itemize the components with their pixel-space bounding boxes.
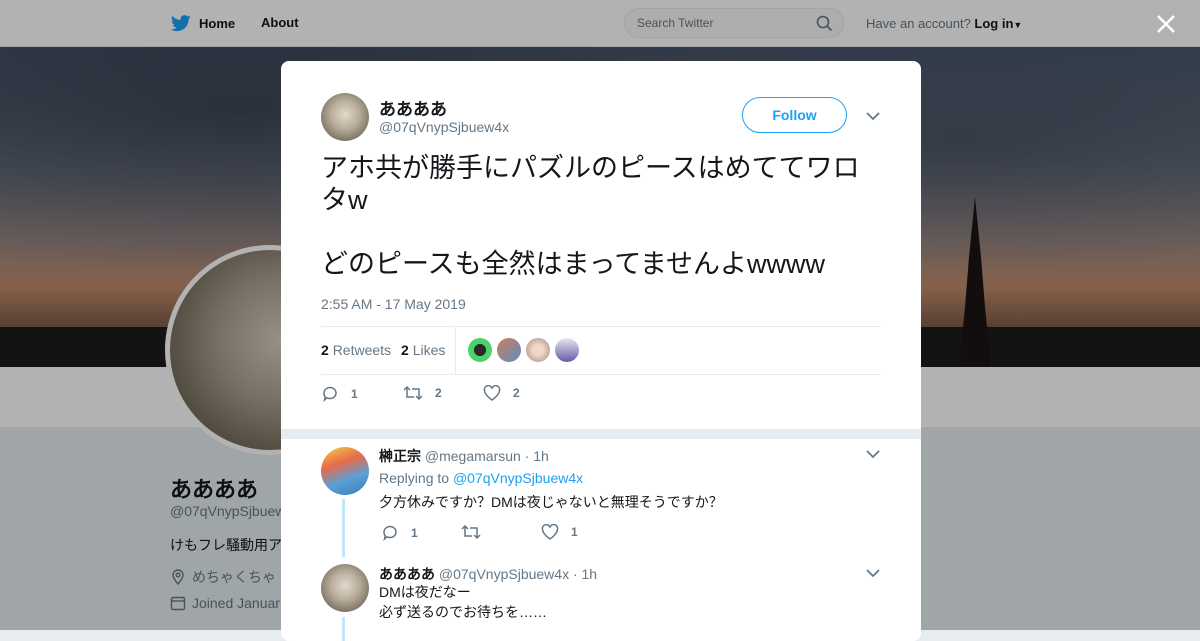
- tweet-author-handle[interactable]: @07qVnypSjbuew4x: [379, 119, 509, 135]
- reply-count: 1: [411, 526, 418, 540]
- like-count: 2: [513, 386, 520, 400]
- tweet-text-line: アホ共が勝手にパズルのピースはめててワロタw: [321, 153, 860, 215]
- tweet-modal: ああああ @07qVnypSjbuew4x Follow アホ共が勝手にパズルの…: [281, 61, 921, 641]
- retweets-stat[interactable]: 2 Retweets: [321, 342, 391, 358]
- replying-to-prefix: Replying to: [379, 470, 450, 486]
- heart-icon: [541, 524, 559, 540]
- likes-stat[interactable]: 2 Likes: [401, 342, 445, 358]
- reply-author-handle[interactable]: @07qVnypSjbuew4x: [439, 566, 569, 582]
- reply-icon: [323, 386, 337, 403]
- reply-action[interactable]: 1: [381, 524, 418, 542]
- tweet-text-line: どのピースも全然はまってませんよwwww: [321, 249, 826, 279]
- reply-header: ああああ @07qVnypSjbuew4x · 1h: [379, 564, 597, 584]
- reply-tweet[interactable]: ああああ @07qVnypSjbuew4x · 1h DMは夜だなー 必ず送るの…: [281, 559, 921, 641]
- chevron-down-icon[interactable]: [866, 111, 880, 121]
- reply-text: DMは夜だなー 必ず送るのでお待ちを……: [379, 582, 547, 622]
- reply-action[interactable]: 1: [321, 385, 358, 403]
- chevron-down-icon[interactable]: [866, 449, 880, 459]
- retweet-icon: [461, 524, 481, 540]
- like-count: 1: [571, 525, 578, 539]
- liker-avatar[interactable]: [468, 338, 492, 362]
- thread-line: [342, 617, 345, 641]
- reply-author-avatar[interactable]: [321, 447, 369, 495]
- follow-button[interactable]: Follow: [742, 97, 847, 133]
- chevron-down-icon[interactable]: [866, 568, 880, 578]
- retweet-action[interactable]: [461, 524, 481, 540]
- replies-separator: [281, 429, 921, 439]
- reply-tweet[interactable]: 榊正宗 @megamarsun · 1h Replying to @07qVny…: [281, 439, 921, 559]
- reply-text-line: 必ず送るのでお待ちを……: [379, 604, 547, 620]
- replying-to-handle[interactable]: @07qVnypSjbuew4x: [453, 470, 583, 486]
- retweet-count: 2: [435, 386, 442, 400]
- reply-time[interactable]: · 1h: [525, 448, 549, 464]
- reply-text: 夕方休みですか？DMは夜じゃないと無理そうですか？: [379, 494, 723, 510]
- retweet-icon: [403, 385, 423, 401]
- close-icon[interactable]: [1154, 12, 1178, 36]
- reply-icon: [383, 525, 397, 542]
- tweet-text: アホ共が勝手にパズルのピースはめててワロタw どのピースも全然はまってませんよw…: [321, 152, 881, 280]
- reply-count: 1: [351, 387, 358, 401]
- retweet-action[interactable]: 2: [403, 385, 442, 401]
- reply-author-handle[interactable]: @megamarsun: [425, 448, 521, 464]
- reply-time[interactable]: · 1h: [573, 566, 597, 582]
- liker-avatar[interactable]: [497, 338, 521, 362]
- reply-header: 榊正宗 @megamarsun · 1h: [379, 446, 549, 466]
- tweet-author-name[interactable]: ああああ: [379, 95, 447, 120]
- reply-text-line: DMは夜だなー: [379, 584, 471, 600]
- reply-author-name[interactable]: ああああ: [379, 566, 435, 582]
- stats-divider: [455, 327, 456, 374]
- reply-author-name[interactable]: 榊正宗: [379, 448, 421, 464]
- heart-icon: [483, 385, 501, 401]
- like-action[interactable]: 1: [541, 524, 578, 540]
- tweet-author-avatar[interactable]: [321, 93, 369, 141]
- liker-avatar[interactable]: [555, 338, 579, 362]
- like-action[interactable]: 2: [483, 385, 520, 401]
- replying-to: Replying to @07qVnypSjbuew4x: [379, 470, 583, 486]
- retweets-stat-label: Retweets: [332, 342, 392, 358]
- likes-stat-label: Likes: [412, 342, 446, 358]
- reply-author-avatar[interactable]: [321, 564, 369, 612]
- tweet-stats: 2 Retweets 2 Likes: [321, 326, 881, 375]
- liker-avatar[interactable]: [526, 338, 550, 362]
- retweets-stat-count: 2: [321, 342, 329, 358]
- likes-stat-count: 2: [401, 342, 409, 358]
- thread-line: [342, 499, 345, 557]
- tweet-timestamp[interactable]: 2:55 AM - 17 May 2019: [321, 296, 466, 312]
